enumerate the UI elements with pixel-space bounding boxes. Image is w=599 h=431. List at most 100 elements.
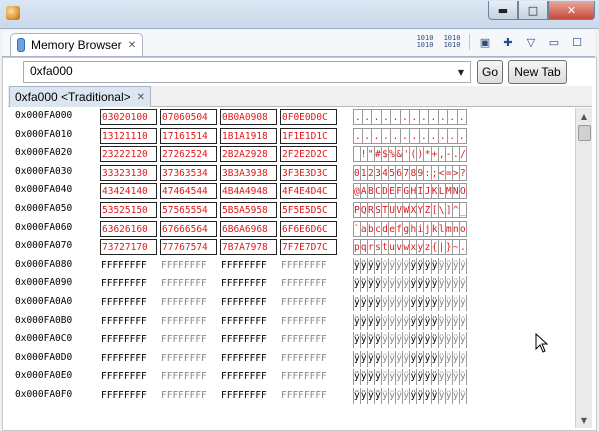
ascii-column[interactable]: ............ [353,127,467,144]
memory-cell[interactable]: 0B0A0908 [220,109,277,125]
memory-cell[interactable]: 6B6A6968 [220,220,277,237]
ascii-column[interactable]: ÿÿÿÿÿÿÿÿÿÿÿÿÿÿÿÿ [353,369,467,386]
memory-cell[interactable]: 1B1A1918 [220,127,277,144]
new-rendering-icon[interactable]: ▣ [477,34,493,50]
memory-row[interactable]: 0x000FA090 FFFFFFFF FFFFFFFF FFFFFFFF FFFFFF… [8,274,574,293]
memory-row[interactable]: 0x000FA060 63626160 67666564 6B6A6968 6F6E6D… [8,219,574,237]
memory-cell[interactable]: 4B4A4948 [220,183,277,200]
memory-cell[interactable]: 3B3A3938 [220,164,277,181]
memory-cell[interactable]: 33323130 [100,164,157,181]
memory-cell[interactable]: 73727170 [100,239,157,256]
new-tab-button[interactable]: New Tab [508,60,567,84]
memory-cell[interactable]: FFFFFFFF [160,276,217,292]
memory-cell[interactable]: FFFFFFFF [280,295,337,311]
memory-cell[interactable]: 13121110 [100,127,157,144]
memory-cell[interactable]: 0F0E0D0C [280,109,337,125]
close-tab-icon[interactable]: ✕ [128,40,136,51]
close-rendering-icon[interactable]: ✕ [137,92,145,103]
minimize-view-icon[interactable]: ▭ [546,34,562,50]
memory-cell[interactable]: 2F2E2D2C [280,146,337,163]
memory-browser-tab[interactable]: Memory Browser ✕ [10,33,144,56]
memory-cell[interactable]: FFFFFFFF [160,351,217,367]
ascii-column[interactable]: ÿÿÿÿÿÿÿÿÿÿÿÿÿÿÿÿ [353,295,467,311]
scroll-down-icon[interactable]: ▼ [576,412,592,428]
memory-cell[interactable]: FFFFFFFF [160,332,217,348]
ascii-column[interactable]: @ A B C D E F G H I J K L M N O [353,183,467,200]
memory-cell[interactable]: FFFFFFFF [220,276,277,292]
memory-cell[interactable]: FFFFFFFF [220,258,277,274]
memory-row[interactable]: 0x000FA0D0 FFFFFFFF FFFFFFFF FFFFFFFF FFFFFF… [8,349,574,367]
ascii-column[interactable]: ............ [353,109,467,125]
memory-cell[interactable]: 5F5E5D5C [280,202,337,218]
ascii-column[interactable]: P Q R S T U V W X Y Z[\] ^ _ [353,202,467,218]
memory-cell[interactable]: 2B2A2928 [220,146,277,163]
memory-cell[interactable]: 47464544 [160,183,217,200]
memory-row[interactable]: 0x000FA0C0 FFFFFFFF FFFFFFFF FFFFFFFF FFFFFF… [8,330,574,349]
memory-cell[interactable]: FFFFFFFF [160,258,217,274]
memory-cell[interactable]: FFFFFFFF [280,314,337,330]
rendering-tab-traditional[interactable]: 0xfa000 <Traditional> ✕ [9,86,152,107]
maximize-view-icon[interactable]: ☐ [569,34,585,50]
ascii-column[interactable]: ÿÿÿÿÿÿÿÿÿÿÿÿÿÿÿÿ [353,332,467,349]
memory-row[interactable]: 0x000FA000 03020100 07060504 0B0A0908 0F0E0D… [8,107,574,125]
go-button[interactable]: Go [477,60,503,84]
memory-cell[interactable]: FFFFFFFF [280,332,337,348]
scroll-up-icon[interactable]: ▲ [576,108,592,124]
memory-cell[interactable]: FFFFFFFF [100,295,157,311]
ascii-column[interactable]: ÿÿÿÿÿÿÿÿÿÿÿÿÿÿÿÿ [353,276,467,293]
memory-cell[interactable]: FFFFFFFF [280,388,337,404]
memory-cell[interactable]: FFFFFFFF [280,351,337,367]
vertical-scrollbar[interactable]: ▲ ▼ [575,108,592,428]
ascii-column[interactable]: 0 1 2 3 4 5 6 7 8 9:; < = >? [353,164,467,181]
memory-cell[interactable]: FFFFFFFF [100,351,157,367]
memory-row[interactable]: 0x000FA0F0 FFFFFFFF FFFFFFFF FFFFFFFF FFFFFF… [8,386,574,404]
memory-cell[interactable]: FFFFFFFF [280,258,337,274]
scrollbar-thumb[interactable] [578,125,591,141]
memory-row[interactable]: 0x000FA0B0 FFFFFFFF FFFFFFFF FFFFFFFF FFFFFF… [8,312,574,330]
ascii-column[interactable]: ` a b c d e f g h i j k l m n o [353,220,467,237]
memory-cell[interactable]: 3F3E3D3C [280,164,337,181]
ascii-column[interactable]: ! " # $% & '() * +, -. / [353,146,468,163]
memory-row[interactable]: 0x000FA020 23222120 27262524 2B2A2928 2F2E2D… [8,144,574,163]
memory-cell[interactable]: 07060504 [160,109,217,125]
memory-row[interactable]: 0x000FA0E0 FFFFFFFF FFFFFFFF FFFFFFFF FFFFFF… [8,367,574,386]
binary-format-icon[interactable]: 1010 1010 [415,34,435,50]
memory-row[interactable]: 0x000FA050 53525150 57565554 5B5A5958 5F5E5D… [8,200,574,218]
memory-cell[interactable]: FFFFFFFF [160,295,217,311]
memory-cell[interactable]: FFFFFFFF [100,258,157,274]
memory-cell[interactable]: 27262524 [160,146,217,163]
memory-cell[interactable]: 67666564 [160,220,217,237]
memory-cell[interactable]: FFFFFFFF [160,369,217,385]
memory-row[interactable]: 0x000FA0A0 FFFFFFFF FFFFFFFF FFFFFFFF FFFFFF… [8,293,574,311]
memory-cell[interactable]: FFFFFFFF [100,388,157,404]
ascii-column[interactable]: ÿÿÿÿÿÿÿÿÿÿÿÿÿÿÿÿ [353,350,467,367]
memory-cell[interactable]: FFFFFFFF [220,332,277,348]
memory-cell[interactable]: 37363534 [160,164,217,181]
memory-row[interactable]: 0x000FA080 FFFFFFFF FFFFFFFF FFFFFFFF FFFFFF… [8,256,574,274]
memory-cell[interactable]: FFFFFFFF [220,388,277,404]
ascii-column[interactable]: p q r s t u v w x y z{|} ~. [353,239,467,256]
maximize-window-button[interactable]: □ [518,1,548,20]
memory-cell[interactable]: FFFFFFFF [220,295,277,311]
memory-cell[interactable]: 4F4E4D4C [280,183,337,200]
memory-cell[interactable]: FFFFFFFF [100,369,157,385]
memory-cell[interactable]: FFFFFFFF [100,332,157,348]
address-input[interactable] [24,62,450,80]
chevron-down-icon[interactable]: ▼ [454,64,468,80]
memory-row[interactable]: 0x000FA040 43424140 47464544 4B4A4948 4F4E4D… [8,181,574,200]
memory-cell[interactable]: 03020100 [100,109,157,125]
ascii-column[interactable]: ÿÿÿÿÿÿÿÿÿÿÿÿÿÿÿÿ [353,257,467,274]
memory-cell[interactable]: FFFFFFFF [160,388,217,404]
memory-row[interactable]: 0x000FA030 33323130 37363534 3B3A3938 3F3E3D… [8,163,574,181]
minimize-window-button[interactable]: ▬ [488,1,518,20]
memory-cell[interactable]: 6F6E6D6C [280,220,337,237]
memory-cell[interactable]: 63626160 [100,220,157,237]
memory-cell[interactable]: 53525150 [100,202,157,218]
ascii-column[interactable]: ÿÿÿÿÿÿÿÿÿÿÿÿÿÿÿÿ [353,313,467,330]
memory-cell[interactable]: FFFFFFFF [220,314,277,330]
memory-cell[interactable]: 7B7A7978 [220,239,277,256]
memory-cell[interactable]: FFFFFFFF [100,314,157,330]
ascii-column[interactable]: ÿÿÿÿÿÿÿÿÿÿÿÿÿÿÿÿ [353,388,467,404]
memory-cell[interactable]: FFFFFFFF [220,369,277,385]
memory-cell[interactable]: 7F7E7D7C [280,239,337,256]
